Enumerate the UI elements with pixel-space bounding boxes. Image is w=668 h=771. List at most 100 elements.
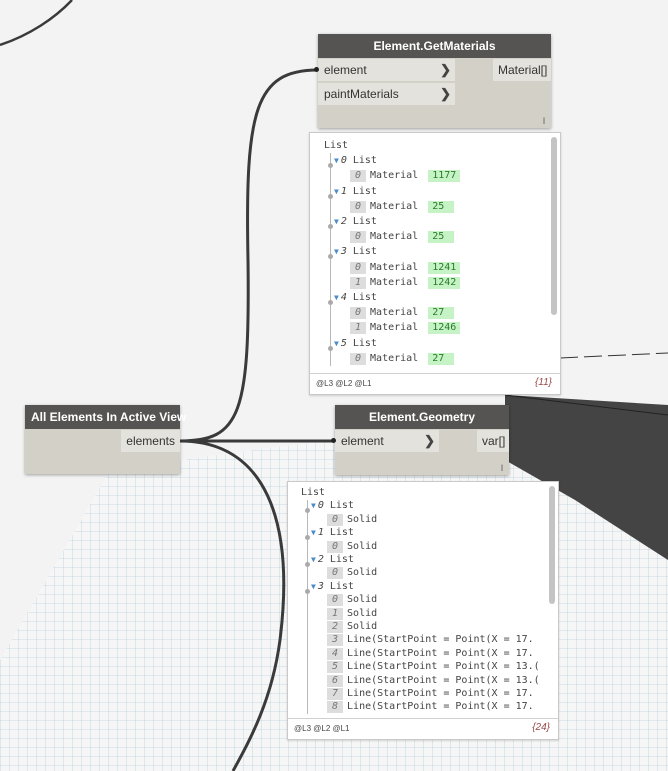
list-item[interactable]: 0 Material 1177 [350, 169, 461, 183]
list-node[interactable]: ▼ 2 List [334, 215, 377, 229]
list-label: List [329, 500, 354, 512]
list-node[interactable]: ▼ 5 List [334, 337, 377, 351]
item-index: 8 [327, 701, 344, 714]
output-port-material-list[interactable]: Material[] [493, 59, 551, 81]
list-item[interactable]: 0 Material 25 [350, 230, 455, 244]
item-type-label: Material [370, 200, 419, 212]
material-id-value: 1177 [428, 170, 461, 183]
item-count: {24} [532, 722, 550, 733]
watch-preview-geometry[interactable]: List ▼ 0 List 0 Solid ▼ 1 List 0 Solid ▼ 2 List 0 So… [287, 481, 559, 740]
output-port-elements[interactable]: elements [121, 430, 180, 452]
list-node[interactable]: ▼ 0 List [311, 499, 354, 513]
expand-triangle-icon[interactable]: ▼ [334, 247, 339, 256]
scrollbar-thumb[interactable] [551, 137, 557, 315]
node-element-geometry[interactable]: Element.Geometry element ❯ var[] l [335, 405, 509, 475]
node-title[interactable]: All Elements In Active View [25, 405, 186, 429]
list-levels[interactable]: @L3 @L2 @L1 [294, 724, 350, 733]
list-item[interactable]: 4 Line(StartPoint = Point(X = 17. [327, 647, 534, 661]
list-item[interactable]: 5 Line(StartPoint = Point(X = 13.( [327, 660, 540, 674]
item-type-label: Line(StartPoint = Point(X = 13.( [347, 661, 540, 673]
item-index: 1 [350, 322, 367, 335]
expand-triangle-icon[interactable]: ▼ [334, 217, 339, 226]
list-item[interactable]: 8 Line(StartPoint = Point(X = 17. [327, 700, 534, 714]
list-item[interactable]: 0 Material 27 [350, 306, 455, 320]
list-item[interactable]: 0 Solid [327, 513, 377, 527]
list-node[interactable]: ▼ 3 List [334, 245, 377, 259]
material-id-value: 25 [428, 200, 455, 213]
list-label: List [329, 554, 354, 565]
list-item[interactable]: 0 Solid [327, 540, 377, 554]
list-node[interactable]: ▼ 3 List [311, 580, 354, 594]
node-title[interactable]: Element.GetMaterials [318, 34, 551, 58]
item-index: 6 [327, 674, 344, 687]
item-index: 7 [327, 688, 344, 700]
list-item[interactable]: 1 Material 1246 [350, 321, 461, 335]
expand-triangle-icon[interactable]: ▼ [311, 582, 316, 591]
node-element-getmaterials[interactable]: Element.GetMaterials element ❯ paintMate… [318, 34, 551, 128]
item-type-label: Material [370, 276, 419, 288]
item-index: 0 [350, 170, 367, 183]
list-item[interactable]: 1 Solid [327, 607, 377, 621]
list-item[interactable]: 6 Line(StartPoint = Point(X = 13.( [327, 674, 540, 688]
list-root-label: List [301, 487, 326, 498]
material-id-value: 1246 [428, 322, 461, 335]
node-title[interactable]: Element.Geometry [335, 405, 509, 429]
list-index: 0 [317, 500, 330, 512]
expand-triangle-icon[interactable]: ▼ [311, 555, 316, 564]
input-port-element[interactable]: element ❯ [318, 59, 455, 81]
list-item[interactable]: 3 Line(StartPoint = Point(X = 17. [327, 633, 534, 647]
expand-triangle-icon[interactable]: ▼ [334, 339, 339, 348]
item-type-label: Solid [347, 594, 378, 606]
item-index: 1 [350, 276, 367, 289]
list-item[interactable]: 0 Material 27 [350, 352, 455, 366]
tree-node-dot [305, 508, 310, 514]
list-item[interactable]: 0 Solid [327, 566, 377, 580]
item-type-label: Line(StartPoint = Point(X = 17. [347, 701, 534, 713]
list-node[interactable]: ▼ 0 List [334, 154, 377, 168]
tree-node-dot [328, 193, 333, 199]
list-item[interactable]: 0 Material 25 [350, 200, 455, 214]
list-item[interactable]: 7 Line(StartPoint = Point(X = 17. [327, 687, 534, 701]
expand-triangle-icon[interactable]: ▼ [334, 156, 339, 165]
input-port-connector [314, 67, 319, 72]
wire-elements-to-getmaterials[interactable] [179, 68, 319, 443]
item-index: 2 [327, 621, 344, 633]
list-index: 5 [340, 337, 353, 349]
input-port-element[interactable]: element ❯ [335, 430, 439, 452]
list-index: 3 [340, 246, 353, 258]
list-item[interactable]: 1 Material 1242 [350, 276, 461, 290]
chevron-right-icon: ❯ [424, 433, 435, 448]
port-label: paintMaterials [324, 87, 399, 101]
item-index: 0 [350, 307, 367, 320]
node-all-elements-in-active-view[interactable]: All Elements In Active View elements [25, 405, 186, 474]
tree-node-dot [328, 300, 333, 305]
list-item[interactable]: 2 Solid [327, 620, 377, 634]
scrollbar-thumb[interactable] [549, 486, 555, 604]
list-node[interactable]: ▼ 2 List [311, 553, 354, 567]
tree-node-dot [305, 535, 310, 541]
watch-list-tree[interactable]: List ▼ 0 List 0 Solid ▼ 1 List 0 Solid ▼ 2 List 0 So… [288, 482, 544, 716]
output-port-var-list[interactable]: var[] [477, 430, 509, 452]
expand-triangle-icon[interactable]: ▼ [311, 501, 316, 510]
list-node[interactable]: ▼ 1 List [334, 185, 377, 199]
watch-list-tree[interactable]: List ▼ 0 List 0 Material 1177 ▼ 1 List 0 Material… [310, 133, 546, 371]
item-type-label: Solid [347, 513, 378, 525]
item-type-label: Material [370, 352, 419, 364]
expand-triangle-icon[interactable]: ▼ [311, 528, 316, 537]
list-node[interactable]: ▼ 1 List [311, 526, 354, 540]
list-item[interactable]: 0 Solid [327, 593, 377, 607]
list-item[interactable]: 0 Material 1241 [350, 261, 461, 275]
expand-triangle-icon[interactable]: ▼ [334, 293, 339, 302]
tree-node-dot [305, 588, 310, 594]
background-arc [0, 0, 73, 47]
list-node[interactable]: ▼ 4 List [334, 291, 377, 305]
material-id-value: 1241 [428, 261, 461, 274]
expand-triangle-icon[interactable]: ▼ [334, 187, 339, 196]
tree-guide-line [330, 153, 331, 366]
item-count: {11} [534, 377, 552, 388]
watch-preview-materials[interactable]: List ▼ 0 List 0 Material 1177 ▼ 1 List 0 Material… [309, 132, 561, 395]
list-levels[interactable]: @L3 @L2 @L1 [316, 379, 372, 388]
watch-footer: @L3 @L2 @L1 {11} [310, 373, 560, 394]
input-port-paintmaterials[interactable]: paintMaterials ❯ [318, 83, 455, 105]
list-label: List [352, 337, 377, 349]
